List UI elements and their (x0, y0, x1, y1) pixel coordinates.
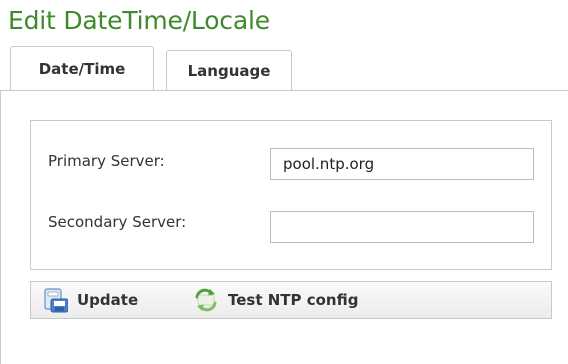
primary-server-input[interactable] (270, 148, 534, 180)
tab-date-time[interactable]: Date/Time (10, 46, 154, 90)
test-ntp-config-label: Test NTP config (228, 291, 359, 309)
test-ntp-config-button[interactable]: Test NTP config (193, 286, 358, 314)
ntp-server-fieldset (30, 120, 552, 270)
update-button-label: Update (77, 291, 139, 309)
secondary-server-input[interactable] (270, 211, 534, 243)
refresh-arrows-icon (193, 287, 219, 313)
update-button[interactable]: Update (42, 286, 138, 314)
tab-date-time-label: Date/Time (38, 60, 126, 78)
save-disk-icon (42, 287, 69, 313)
tab-language[interactable]: Language (166, 50, 292, 90)
tab-language-label: Language (187, 62, 271, 80)
page-title: Edit DateTime/Locale (8, 6, 270, 35)
primary-server-label: Primary Server: (48, 152, 165, 170)
secondary-server-label: Secondary Server: (48, 213, 187, 231)
